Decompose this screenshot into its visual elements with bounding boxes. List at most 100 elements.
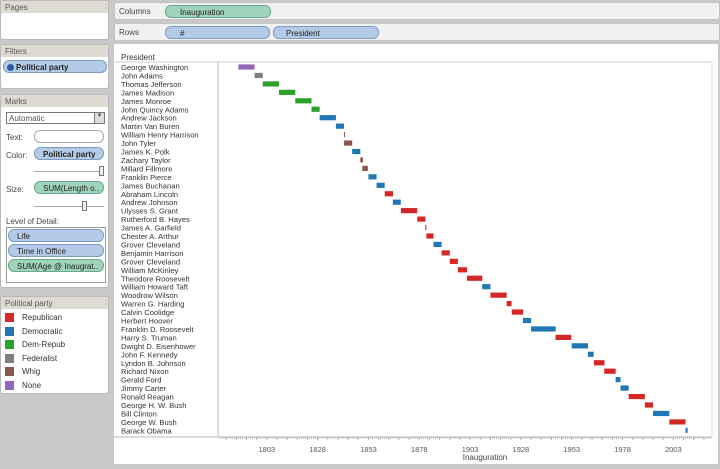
term-bar[interactable] <box>352 148 361 155</box>
rows-label: Rows <box>119 28 140 37</box>
term-bar[interactable] <box>254 72 263 79</box>
term-bar[interactable] <box>433 241 442 248</box>
size-slider[interactable] <box>34 201 104 211</box>
term-bar[interactable] <box>620 385 629 391</box>
slider-handle[interactable] <box>99 166 104 176</box>
term-bar[interactable] <box>262 81 279 87</box>
filters-header: Filters <box>1 45 108 57</box>
pages-panel: Pages <box>0 0 109 40</box>
legend-item[interactable]: Federalist <box>1 352 108 366</box>
chart-background <box>114 44 718 464</box>
term-bar[interactable] <box>555 334 572 340</box>
president-label: Barack Obama <box>121 426 172 435</box>
text-label: Text: <box>6 133 23 142</box>
term-bar[interactable] <box>457 267 468 273</box>
term-bar[interactable] <box>238 64 255 70</box>
term-bar[interactable] <box>425 224 427 231</box>
term-bar[interactable] <box>685 427 688 433</box>
mark-type-value: Automatic <box>9 114 45 123</box>
filter-pill-label: Political party <box>16 63 69 72</box>
x-tick-label: 1928 <box>513 445 530 454</box>
size-label: Size: <box>6 185 24 194</box>
term-bar[interactable] <box>644 402 654 408</box>
term-bar[interactable] <box>531 326 556 332</box>
term-bar[interactable] <box>587 351 594 357</box>
legend-swatch <box>5 353 14 363</box>
columns-pill-inauguration[interactable]: Inauguration <box>165 5 271 18</box>
slider-handle[interactable] <box>82 201 87 211</box>
legend-label: None <box>22 380 42 390</box>
legend-item[interactable]: Democratic <box>1 325 108 339</box>
rows-pill-number[interactable]: # <box>165 26 270 39</box>
term-bar[interactable] <box>295 98 312 104</box>
legend-label: Republican <box>22 313 63 323</box>
term-bar[interactable] <box>426 233 434 239</box>
legend-item[interactable]: None <box>1 379 108 393</box>
term-bar[interactable] <box>506 301 512 307</box>
legend-item[interactable]: Whig <box>1 365 108 379</box>
legend-swatch <box>5 367 14 377</box>
legend-item[interactable]: Republican <box>1 311 108 325</box>
legend-panel: Political party Republican Democratic Dem-… <box>0 296 109 394</box>
term-bar[interactable] <box>392 199 401 205</box>
term-bar[interactable] <box>368 174 377 180</box>
term-bar[interactable] <box>593 360 605 366</box>
lod-pill-life[interactable]: Life <box>8 229 104 242</box>
x-axis-title: Inauguration <box>463 453 507 462</box>
term-bar[interactable] <box>417 216 426 222</box>
term-bar[interactable] <box>511 309 524 315</box>
term-bar[interactable] <box>441 250 450 256</box>
term-bar[interactable] <box>604 368 616 374</box>
rows-shelf: Rows # President <box>114 23 720 41</box>
x-tick-label: 2003 <box>665 445 682 454</box>
term-bar[interactable] <box>653 410 670 417</box>
legend-item[interactable]: Dem-Repub <box>1 338 108 352</box>
x-tick-label: 1853 <box>360 445 377 454</box>
marks-header: Marks <box>1 95 108 107</box>
term-bar[interactable] <box>278 89 296 95</box>
y-axis-title: President <box>121 53 156 62</box>
term-bar[interactable] <box>311 106 320 112</box>
term-bar[interactable] <box>335 123 345 129</box>
term-bar[interactable] <box>628 393 645 400</box>
term-bar[interactable] <box>319 115 336 121</box>
lod-pill-time-in-office[interactable]: Time in Office <box>8 244 104 257</box>
term-bar[interactable] <box>615 377 621 383</box>
term-bar[interactable] <box>362 165 368 171</box>
size-pill[interactable]: SUM(Length o.. <box>34 181 104 194</box>
lod-label: Level of Detail: <box>6 217 59 226</box>
legend-label: Federalist <box>22 353 58 363</box>
filter-pill-political-party[interactable]: Political party <box>3 60 107 73</box>
lod-pill-age[interactable]: SUM(Age @ Inaugrat.. <box>8 259 104 272</box>
text-shelf[interactable] <box>34 130 104 143</box>
term-bar[interactable] <box>482 284 491 290</box>
term-bar[interactable] <box>376 182 385 188</box>
x-tick-label: 1803 <box>258 445 275 454</box>
term-bar[interactable] <box>669 419 686 425</box>
term-bar[interactable] <box>449 258 458 264</box>
term-bar[interactable] <box>344 140 353 146</box>
term-bar[interactable] <box>384 191 394 197</box>
x-tick-label: 1953 <box>563 445 580 454</box>
rows-pill-president[interactable]: President <box>273 26 379 39</box>
mark-type-select[interactable]: Automatic ▼ <box>6 112 105 124</box>
legend-label: Whig <box>22 367 41 377</box>
color-label: Color: <box>6 151 28 160</box>
term-bar[interactable] <box>571 343 588 349</box>
x-tick-label: 1828 <box>309 445 326 454</box>
term-bar[interactable] <box>360 157 363 163</box>
term-bar[interactable] <box>400 208 418 214</box>
term-bar[interactable] <box>467 275 483 281</box>
globe-icon <box>7 64 14 71</box>
gantt-chart: President1803 1828 1853 1878 1903 1928 1953 197… <box>114 44 718 464</box>
marks-panel: Marks Automatic ▼ Text: Color: Political … <box>0 94 109 288</box>
color-pill[interactable]: Political party <box>34 147 104 160</box>
filters-panel: Filters Political party <box>0 44 109 89</box>
term-bar[interactable] <box>490 292 507 298</box>
chevron-down-icon[interactable]: ▼ <box>94 113 104 123</box>
x-tick-label: 1878 <box>411 445 428 454</box>
term-bar[interactable] <box>522 317 532 324</box>
legend-label: Democratic <box>22 326 63 336</box>
term-bar[interactable] <box>344 132 346 138</box>
color-slider[interactable] <box>34 166 104 176</box>
